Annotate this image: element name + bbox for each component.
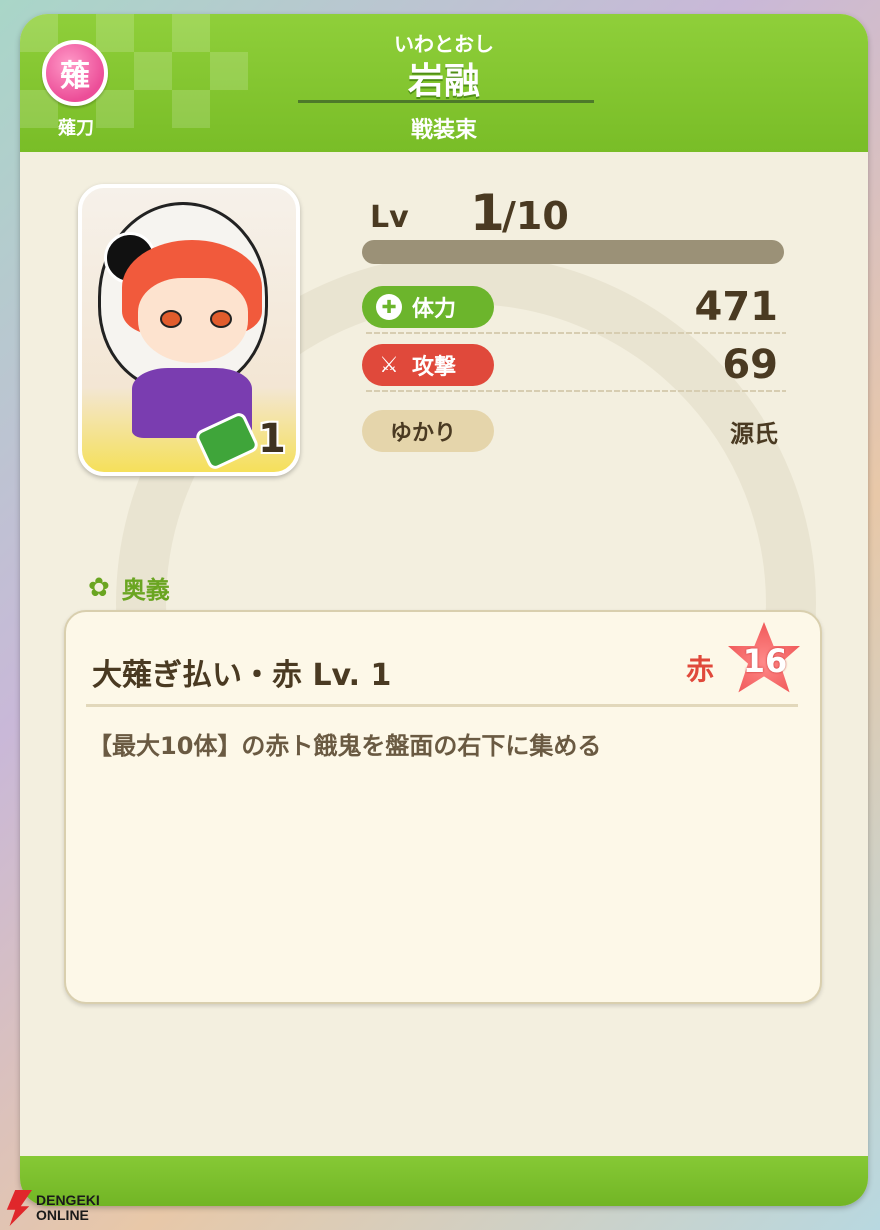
header-bar: 薙 薙刀 いわとおし 岩融 戦装束 (20, 14, 868, 152)
watermark-text: DENGEKI ONLINE (36, 1193, 100, 1223)
experience-bar (362, 240, 784, 264)
skill-color-label: 赤 (686, 653, 715, 686)
stat-divider (366, 390, 786, 392)
watermark-line1: DENGEKI (36, 1192, 100, 1208)
attack-value: 69 (722, 342, 778, 388)
level-max: /10 (502, 194, 569, 238)
attack-pill: ⚔ 攻撃 (362, 344, 494, 386)
attack-label: 攻撃 (412, 355, 457, 380)
ougi-title-text: 奥義 (121, 576, 170, 604)
skill-description: 【最大10体】の赤ト餓鬼を盤面の右下に集める (88, 732, 602, 760)
character-name: 岩融 (407, 61, 480, 102)
character-detail-panel: 薙 薙刀 いわとおし 岩融 戦装束 1 Lv 1 /10 ✚ 体力 471 ⚔ … (20, 14, 868, 1206)
stat-divider (366, 332, 786, 334)
skill-name: 大薙ぎ払い・赤 Lv. 1 (92, 658, 392, 693)
costume-label: 戦装束 (410, 118, 477, 143)
skill-card: 大薙ぎ払い・赤 Lv. 1 赤 16 【最大10体】の赤ト餓鬼を盤面の右下に集め… (64, 610, 822, 1004)
character-portrait[interactable]: 1 (78, 184, 300, 476)
level-current: 1 (470, 184, 505, 242)
character-left-eye (160, 310, 182, 328)
hp-value: 471 (694, 284, 779, 330)
skill-divider (86, 704, 798, 707)
yukari-value: 源氏 (730, 420, 778, 448)
yukari-label: ゆかり (390, 421, 457, 446)
level-label: Lv (370, 200, 409, 235)
hp-pill: ✚ 体力 (362, 286, 494, 328)
yukari-pill: ゆかり (362, 410, 494, 452)
name-divider (298, 100, 594, 103)
skill-cost: 16 (742, 642, 788, 680)
hp-label: 体力 (412, 297, 457, 322)
sword-icon: ⚔ (379, 352, 399, 378)
heart-plus-icon: ✚ (376, 294, 402, 320)
lightning-logo-icon (6, 1190, 32, 1226)
footer-bar (20, 1156, 868, 1206)
flower-icon: ✿ (88, 572, 110, 603)
character-right-eye (210, 310, 232, 328)
copies-count: 1 (258, 416, 286, 462)
dengeki-watermark: DENGEKI ONLINE (4, 1190, 100, 1226)
watermark-line2: ONLINE (36, 1207, 89, 1223)
ougi-section-title: ✿ 奥義 (88, 570, 170, 605)
